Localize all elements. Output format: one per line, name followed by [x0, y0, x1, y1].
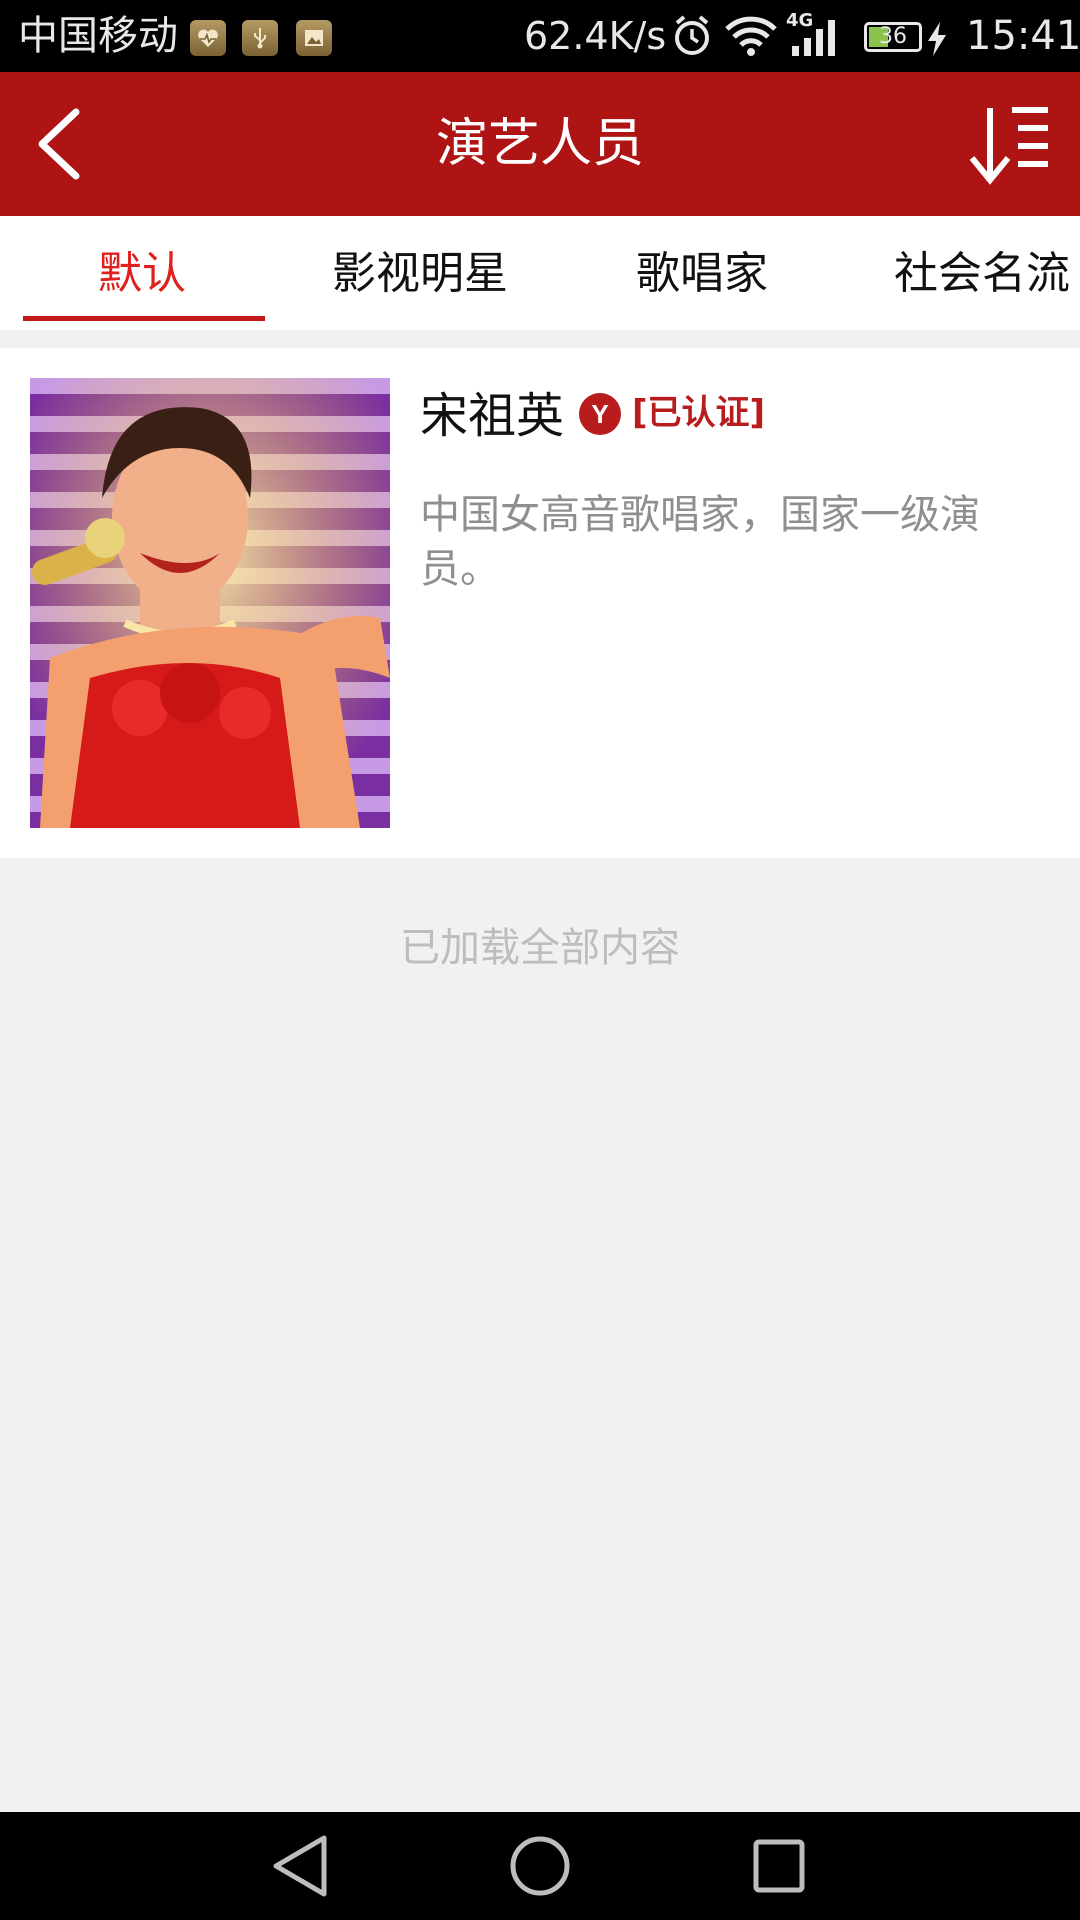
verified-label: [已认证] — [632, 393, 766, 433]
list-item[interactable]: 宋祖英 Y [已认证] 中国女高音歌唱家，国家一级演员。 — [0, 348, 1080, 858]
tab-film-stars[interactable]: 影视明星 — [332, 246, 508, 302]
carrier-name: 中国移动 — [18, 13, 178, 59]
cellular-signal-icon — [792, 20, 835, 56]
system-navigation-bar — [0, 1812, 1080, 1920]
all-loaded-message: 已加载全部内容 — [400, 925, 680, 971]
clock: 15:41 — [966, 13, 1080, 59]
tab-celebrities[interactable]: 社会名流 — [894, 246, 1070, 302]
charging-bolt-icon — [928, 22, 946, 56]
wifi-icon — [725, 16, 777, 56]
nav-back-button[interactable] — [262, 1832, 342, 1900]
app-bar: 演艺人员 — [0, 72, 1080, 216]
vip-badge-icon: Y — [579, 393, 621, 435]
active-tab-indicator — [23, 316, 265, 321]
nav-home-button[interactable] — [500, 1832, 580, 1900]
person-name: 宋祖英 — [420, 388, 565, 444]
image-notification-icon — [296, 20, 332, 56]
category-tabs: 默认 影视明星 歌唱家 社会名流 — [0, 216, 1080, 330]
status-bar: 中国移动 62.4K/s 4G 36 15:41 — [0, 0, 1080, 72]
page-title: 演艺人员 — [435, 114, 644, 174]
health-notification-icon — [190, 20, 226, 56]
sort-list-icon — [969, 107, 1048, 185]
usb-notification-icon — [242, 20, 278, 56]
person-description: 中国女高音歌唱家，国家一级演员。 — [420, 492, 980, 592]
vip-badge-letter: Y — [591, 399, 608, 429]
alarm-icon — [675, 15, 709, 55]
tab-default[interactable]: 默认 — [98, 246, 186, 302]
sort-button[interactable] — [966, 100, 1062, 190]
tab-singers[interactable]: 歌唱家 — [636, 246, 768, 302]
battery-icon: 36 — [864, 22, 922, 52]
battery-level: 36 — [879, 24, 907, 49]
nav-recents-button[interactable] — [740, 1832, 820, 1900]
network-speed: 62.4K/s — [524, 14, 667, 58]
person-photo — [30, 378, 390, 828]
nav-recents-icon — [753, 1839, 805, 1893]
nav-home-icon — [510, 1836, 570, 1896]
nav-back-icon — [273, 1835, 327, 1897]
